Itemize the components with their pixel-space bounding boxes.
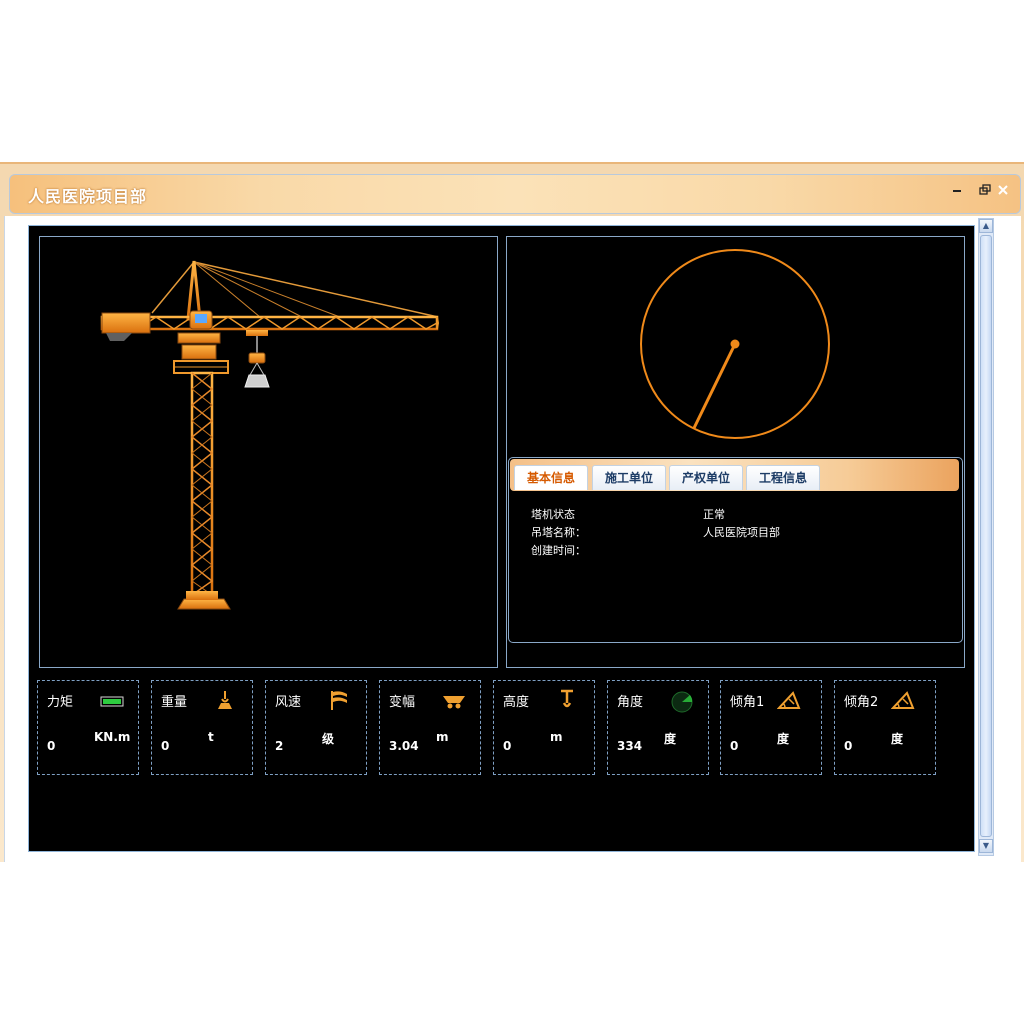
window-titlebar[interactable]: 人民医院项目部 <box>9 174 1021 214</box>
close-icon[interactable] <box>996 183 1010 197</box>
tab-strip: 基本信息 施工单位 产权单位 工程信息 <box>510 459 959 491</box>
metric-label: 倾角2 <box>844 695 879 710</box>
tower-crane-illustration <box>100 260 440 610</box>
metric-card-weight: 重量 0 t <box>151 680 253 775</box>
tab-property-unit[interactable]: 产权单位 <box>669 465 743 490</box>
metric-unit: t <box>208 730 214 744</box>
restore-icon[interactable] <box>978 183 992 197</box>
metric-unit: KN.m <box>94 730 131 744</box>
metric-value: 0 <box>730 739 739 753</box>
wind-flag-icon <box>328 689 350 711</box>
metric-unit: m <box>436 730 449 744</box>
info-label-name: 吊塔名称： <box>531 526 586 539</box>
scroll-down-icon[interactable]: ▼ <box>979 839 993 853</box>
metric-label: 角度 <box>617 695 644 710</box>
radar-icon <box>670 689 693 713</box>
metric-card-tilt2: 倾角2 0 度 <box>834 680 936 775</box>
moment-gauge-icon <box>100 689 124 711</box>
metric-unit: 度 <box>891 732 904 746</box>
metric-value: 0 <box>503 739 512 753</box>
info-tab-panel: 基本信息 施工单位 产权单位 工程信息 塔机状态 正常 吊塔名称： 人民医院项目… <box>508 457 963 643</box>
metric-card-wind: 风速 2 级 <box>265 680 367 775</box>
angle-radar-panel: 基本信息 施工单位 产权单位 工程信息 塔机状态 正常 吊塔名称： 人民医院项目… <box>506 236 965 668</box>
metric-card-height: 高度 0 m <box>493 680 595 775</box>
metric-label: 倾角1 <box>730 695 765 710</box>
info-label-created: 创建时间： <box>531 544 586 557</box>
trolley-icon <box>442 689 465 711</box>
tab-construction-unit[interactable]: 施工单位 <box>592 465 666 490</box>
tab-basic-info[interactable]: 基本信息 <box>514 465 588 490</box>
scroll-up-icon[interactable]: ▲ <box>979 219 993 233</box>
metric-value: 334 <box>617 739 643 753</box>
metric-label: 力矩 <box>47 695 74 710</box>
radar-arm <box>692 343 737 430</box>
window-title: 人民医院项目部 <box>28 187 148 206</box>
vertical-scrollbar[interactable]: ▲ ▼ <box>978 218 994 856</box>
metric-card-moment: 力矩 0 KN.m <box>37 680 139 775</box>
metric-card-tilt1: 倾角1 0 度 <box>720 680 822 775</box>
metric-unit: 级 <box>322 732 335 746</box>
scroll-thumb[interactable] <box>980 235 992 837</box>
metric-label: 高度 <box>503 695 530 710</box>
metric-card-angle: 角度 334 度 <box>607 680 709 775</box>
minimize-icon[interactable] <box>950 183 964 197</box>
radar-center <box>730 339 740 349</box>
angle-radar <box>640 249 830 439</box>
tab-project-info[interactable]: 工程信息 <box>746 465 820 490</box>
metric-label: 重量 <box>161 695 188 710</box>
metric-unit: m <box>550 730 563 744</box>
metric-unit: 度 <box>664 732 677 746</box>
hook-height-icon <box>556 689 578 711</box>
tilt-icon <box>776 689 801 711</box>
metric-value: 3.04 <box>389 739 419 753</box>
metric-card-amplitude: 变幅 3.04 m <box>379 680 481 775</box>
metric-value: 0 <box>844 739 853 753</box>
metric-label: 变幅 <box>389 695 416 710</box>
metric-value: 0 <box>47 739 56 753</box>
tilt-icon <box>890 689 915 711</box>
metric-value: 2 <box>275 739 284 753</box>
metric-unit: 度 <box>777 732 790 746</box>
info-label-status: 塔机状态 <box>531 508 575 521</box>
info-value-status: 正常 <box>703 508 725 521</box>
hook-weight-icon <box>214 689 236 711</box>
metric-value: 0 <box>161 739 170 753</box>
metric-label: 风速 <box>275 695 302 710</box>
info-value-name: 人民医院项目部 <box>703 526 780 539</box>
crane-view-panel <box>39 236 498 668</box>
